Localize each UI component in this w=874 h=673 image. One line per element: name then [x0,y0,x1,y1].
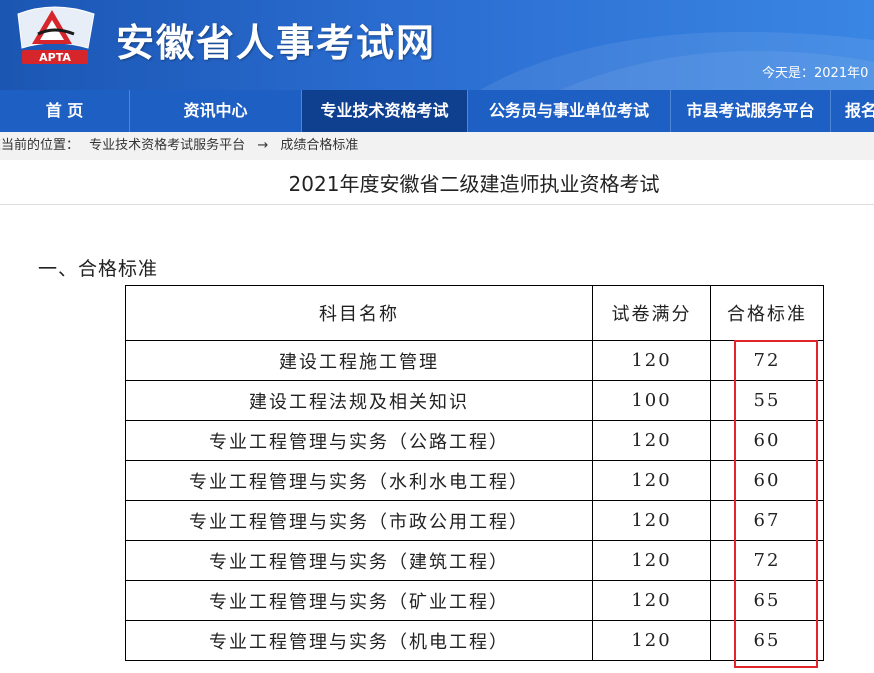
cell-full-score: 100 [592,380,711,421]
header-pass-score: 合格标准 [710,285,824,341]
cell-subject: 专业工程管理与实务（矿业工程） [125,580,593,621]
nav-item-registration[interactable]: 报名 [831,90,874,132]
cell-subject: 专业工程管理与实务（水利水电工程） [125,460,593,501]
table-header-row: 科目名称 试卷满分 合格标准 [125,285,824,341]
cell-full-score: 120 [592,340,711,381]
cell-pass-score: 60 [710,460,824,501]
header-full-score: 试卷满分 [592,285,711,341]
cell-full-score: 120 [592,420,711,461]
nav-item-news[interactable]: 资讯中心 [130,90,302,132]
cell-pass-score: 67 [710,500,824,541]
cell-subject: 专业工程管理与实务（建筑工程） [125,540,593,581]
table-row: 建设工程施工管理 120 72 [125,340,824,381]
section-title: 一、合格标准 [38,258,159,280]
cell-pass-score: 65 [710,620,824,661]
breadcrumb-arrow-icon: → [257,138,269,153]
nav-item-professional-exam[interactable]: 专业技术资格考试 [302,90,468,132]
cell-subject: 建设工程法规及相关知识 [125,380,593,421]
cell-pass-score: 65 [710,580,824,621]
title-divider [0,204,874,205]
logo-text: APTA [39,51,71,64]
cell-pass-score: 72 [710,540,824,581]
table-row: 专业工程管理与实务（市政公用工程） 120 67 [125,500,824,541]
cell-subject: 专业工程管理与实务（公路工程） [125,420,593,461]
table-row: 专业工程管理与实务（机电工程） 120 65 [125,620,824,661]
cell-full-score: 120 [592,540,711,581]
pass-standard-table: 科目名称 试卷满分 合格标准 建设工程施工管理 120 72 建设工程法规及相关… [125,285,824,661]
cell-full-score: 120 [592,500,711,541]
breadcrumb-link-professional-platform[interactable]: 专业技术资格考试服务平台 [89,138,245,153]
breadcrumb-link-pass-standard[interactable]: 成绩合格标准 [280,138,358,153]
cell-pass-score: 60 [710,420,824,461]
site-header: APTA 安徽省人事考试网 今天是：2021年0 [0,0,874,90]
page-title: 2021年度安徽省二级建造师执业资格考试 [288,172,660,196]
main-nav: 首 页 资讯中心 专业技术资格考试 公务员与事业单位考试 市县考试服务平台 报名 [0,90,874,132]
cell-full-score: 120 [592,460,711,501]
table-row: 专业工程管理与实务（公路工程） 120 60 [125,420,824,461]
breadcrumb-prefix: 您当前的位置： [0,138,80,153]
cell-subject: 专业工程管理与实务（机电工程） [125,620,593,661]
apta-logo[interactable]: APTA [8,4,100,68]
cell-subject: 建设工程施工管理 [125,340,593,381]
table-row: 专业工程管理与实务（矿业工程） 120 65 [125,580,824,621]
nav-item-county-platform[interactable]: 市县考试服务平台 [671,90,831,132]
cell-pass-score: 55 [710,380,824,421]
table-row: 建设工程法规及相关知识 100 55 [125,380,824,421]
nav-item-home[interactable]: 首 页 [0,90,130,132]
cell-pass-score: 72 [710,340,824,381]
cell-full-score: 120 [592,620,711,661]
table-row: 专业工程管理与实务（建筑工程） 120 72 [125,540,824,581]
cell-subject: 专业工程管理与实务（市政公用工程） [125,500,593,541]
today-date: 今天是：2021年0 [762,66,869,81]
breadcrumb: 您当前的位置： 专业技术资格考试服务平台 → 成绩合格标准 [0,132,874,160]
header-subject: 科目名称 [125,285,593,341]
nav-item-civil-service-exam[interactable]: 公务员与事业单位考试 [468,90,671,132]
cell-full-score: 120 [592,580,711,621]
table-row: 专业工程管理与实务（水利水电工程） 120 60 [125,460,824,501]
site-title[interactable]: 安徽省人事考试网 [116,12,436,67]
